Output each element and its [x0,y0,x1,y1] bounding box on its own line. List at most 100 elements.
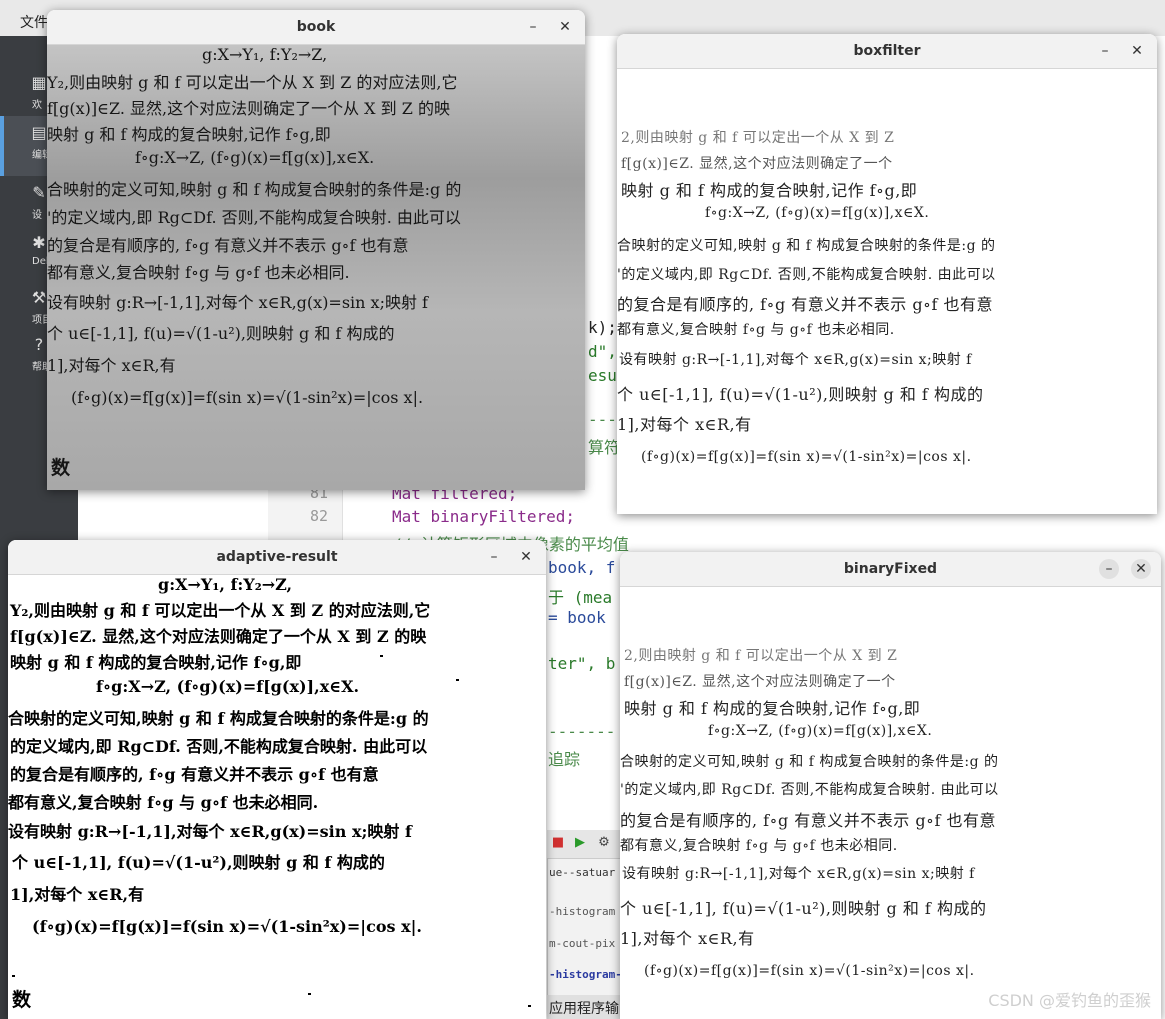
text-line: 都有意义,复合映射 f∘g 与 g∘f 也未必相同. [620,838,898,854]
text-line: 都有意义,复合映射 f∘g 与 g∘f 也未必相同. [617,322,895,338]
window-boxfilter: boxfilter – ✕ 2,则由映射 g 和 f 可以定出一个从 X 到 Z… [617,34,1157,514]
minimize-button[interactable]: – [523,17,543,37]
text-line: Y₂,则由映射 g 和 f 可以定出一个从 X 到 Z 的对应法则,它 [47,73,458,92]
text-line: 映射 g 和 f 构成的复合映射,记作 f∘g,即 [10,653,302,672]
sidebar-label: 欢 [32,100,42,111]
noise-speck [308,993,311,995]
titlebar[interactable]: binaryFixed – ✕ [620,552,1161,587]
image-view: 2,则由映射 g 和 f 可以定出一个从 X 到 Z f[g(x)]∈Z. 显然… [620,587,1161,1019]
text-line: f∘g:X→Z, (f∘g)(x)=f[g(x)],x∈X. [705,205,930,221]
noise-speck [456,679,459,681]
text-line: 个 u∈[-1,1], f(u)=√(1-u²),则映射 g 和 f 构成的 [620,899,987,918]
close-button[interactable]: ✕ [555,17,575,37]
sidebar-label: 设 [32,210,42,221]
minimize-button[interactable]: – [1099,559,1119,579]
code-line: 追踪 [548,750,581,769]
text-line: 1],对每个 x∈R,有 [617,415,752,434]
titlebar[interactable]: boxfilter – ✕ [617,34,1157,69]
minimize-button[interactable]: – [484,547,504,567]
code-line: 算符 [588,438,621,457]
window-binaryFixed: binaryFixed – ✕ 2,则由映射 g 和 f 可以定出一个从 X 到… [620,552,1161,1019]
text-line: f[g(x)]∈Z. 显然,这个对应法则确定了一个从 X 到 Z 的映 [47,99,450,118]
text-line: 映射 g 和 f 构成的复合映射,记作 f∘g,即 [624,699,921,718]
titlebar[interactable]: adaptive-result – ✕ [8,540,546,575]
text-line: 数 [623,512,643,514]
text-line: 1],对每个 x∈R,有 [47,356,176,375]
output-line: -histogram- [549,968,622,981]
text-line: f∘g:X→Z, (f∘g)(x)=f[g(x)],x∈X. [135,148,375,167]
text-line: 映射 g 和 f 构成的复合映射,记作 f∘g,即 [621,181,918,200]
edit-icon: ▤ [31,123,47,142]
stop-icon[interactable]: ■ [551,836,565,850]
minimize-button[interactable]: – [1095,41,1115,61]
output-line: ue--satuar [549,866,616,879]
help-icon: ? [34,335,44,354]
text-line: 个 u∈[-1,1], f(u)=√(1-u²),则映射 g 和 f 构成的 [617,385,984,404]
text-line: 的复合是有顺序的, f∘g 有意义并不表示 g∘f 也有意 [620,811,996,830]
code-line: ter", b [548,654,616,673]
window-title: adaptive-result [216,549,338,565]
text-line: (f∘g)(x)=f[g(x)]=f(sin x)=√(1-sin²x)=|co… [71,388,424,407]
run-icon[interactable]: ▶ [573,836,587,850]
text-line: 设有映射 g:R→[-1,1],对每个 x∈R,g(x)=sin x;映射 f [622,866,975,882]
text-line: f∘g:X→Z, (f∘g)(x)=f[g(x)],x∈X. [96,677,360,696]
text-line: g:X→Y₁, f:Y₂→Z, [158,575,293,594]
settings-icon[interactable]: ⚙ [597,836,611,850]
text-line: 都有意义,复合映射 f∘g 与 g∘f 也未必相同. [8,793,319,812]
design-icon: ✎ [32,183,46,202]
output-line: -histogram [549,905,616,918]
code-line: book, f [548,558,616,577]
text-line: '的定义域内,即 Rg⊂Df. 否则,不能构成复合映射. 由此可以 [617,267,996,283]
grid-icon: ▦ [31,73,47,92]
close-button[interactable]: ✕ [1127,41,1147,61]
noise-speck [380,655,383,657]
code-line: Mat binaryFiltered; [392,507,576,526]
noise-speck [528,1005,531,1007]
watermark: CSDN @爱钓鱼的歪猴 [988,991,1151,1010]
output-toolbar: ■ ▶ ⚙ [547,830,627,859]
text-line: f[g(x)]∈Z. 显然,这个对应法则确定了一个 [624,674,896,690]
window-adaptive-result: adaptive-result – ✕ g:X→Y₁, f:Y₂→Z, Y₂,则… [8,540,546,1019]
text-line: 个 u∈[-1,1], f(u)=√(1-u²),则映射 g 和 f 构成的 [47,324,395,343]
text-line: (f∘g)(x)=f[g(x)]=f(sin x)=√(1-sin²x)=|co… [641,449,972,465]
text-line: g:X→Y₁, f:Y₂→Z, [202,45,328,64]
text-line: 设有映射 g:R→[-1,1],对每个 x∈R,g(x)=sin x;映射 f [47,293,428,312]
line-number: 82 [309,507,328,525]
text-line: 数 [12,989,32,1011]
window-title: book [296,19,336,35]
text-line: 设有映射 g:R→[-1,1],对每个 x∈R,g(x)=sin x;映射 f [619,352,972,368]
text-line: 1],对每个 x∈R,有 [10,885,145,904]
text-line: 数 [51,457,71,479]
text-line: Y₂,则由映射 g 和 f 可以定出一个从 X 到 Z 的对应法则,它 [10,601,431,620]
text-line: 2,则由映射 g 和 f 可以定出一个从 X 到 Z [624,648,898,664]
code-line: k); [588,318,617,337]
application-output-tab[interactable]: 应用程序输 [547,995,627,1019]
text-line: (f∘g)(x)=f[g(x)]=f(sin x)=√(1-sin²x)=|co… [32,917,422,936]
text-line: 映射 g 和 f 构成的复合映射,记作 f∘g,即 [47,125,331,144]
close-button[interactable]: ✕ [1131,559,1151,579]
code-line: ------- [548,722,616,741]
text-line: '的定义域内,即 Rg⊂Df. 否则,不能构成复合映射. 由此可以 [620,782,999,798]
output-line: m-cout-pix [549,937,616,950]
code-line: = book [548,608,606,627]
image-view: g:X→Y₁, f:Y₂→Z, Y₂,则由映射 g 和 f 可以定出一个从 X … [8,575,546,1019]
text-line: 个 u∈[-1,1], f(u)=√(1-u²),则映射 g 和 f 构成的 [12,853,385,872]
close-button[interactable]: ✕ [516,547,536,567]
titlebar[interactable]: book – ✕ [47,10,585,45]
text-line: 设有映射 g:R→[-1,1],对每个 x∈R,g(x)=sin x;映射 f [8,822,412,841]
text-line: 合映射的定义可知,映射 g 和 f 构成复合映射的条件是:g 的 [617,238,996,254]
image-view: 2,则由映射 g 和 f 可以定出一个从 X 到 Z f[g(x)]∈Z. 显然… [617,69,1157,514]
text-line: 合映射的定义可知,映射 g 和 f 构成复合映射的条件是:g 的 [47,180,462,199]
window-title: binaryFixed [843,561,938,577]
noise-speck [12,975,15,977]
text-line: 1],对每个 x∈R,有 [620,929,755,948]
text-line: 2,则由映射 g 和 f 可以定出一个从 X 到 Z [621,130,895,146]
text-line: f∘g:X→Z, (f∘g)(x)=f[g(x)],x∈X. [708,723,933,739]
text-line: (f∘g)(x)=f[g(x)]=f(sin x)=√(1-sin²x)=|co… [644,963,975,979]
text-line: 的复合是有顺序的, f∘g 有意义并不表示 g∘f 也有意 [47,236,409,255]
text-line: 合映射的定义可知,映射 g 和 f 构成复合映射的条件是:g 的 [620,754,999,770]
text-line: '的定义域内,即 Rg⊂Df. 否则,不能构成复合映射. 由此可以 [47,208,461,227]
code-line: 于 (mea [548,588,613,607]
menu-file[interactable]: 文件 [20,12,48,32]
bug-icon: ✱ [32,233,46,252]
